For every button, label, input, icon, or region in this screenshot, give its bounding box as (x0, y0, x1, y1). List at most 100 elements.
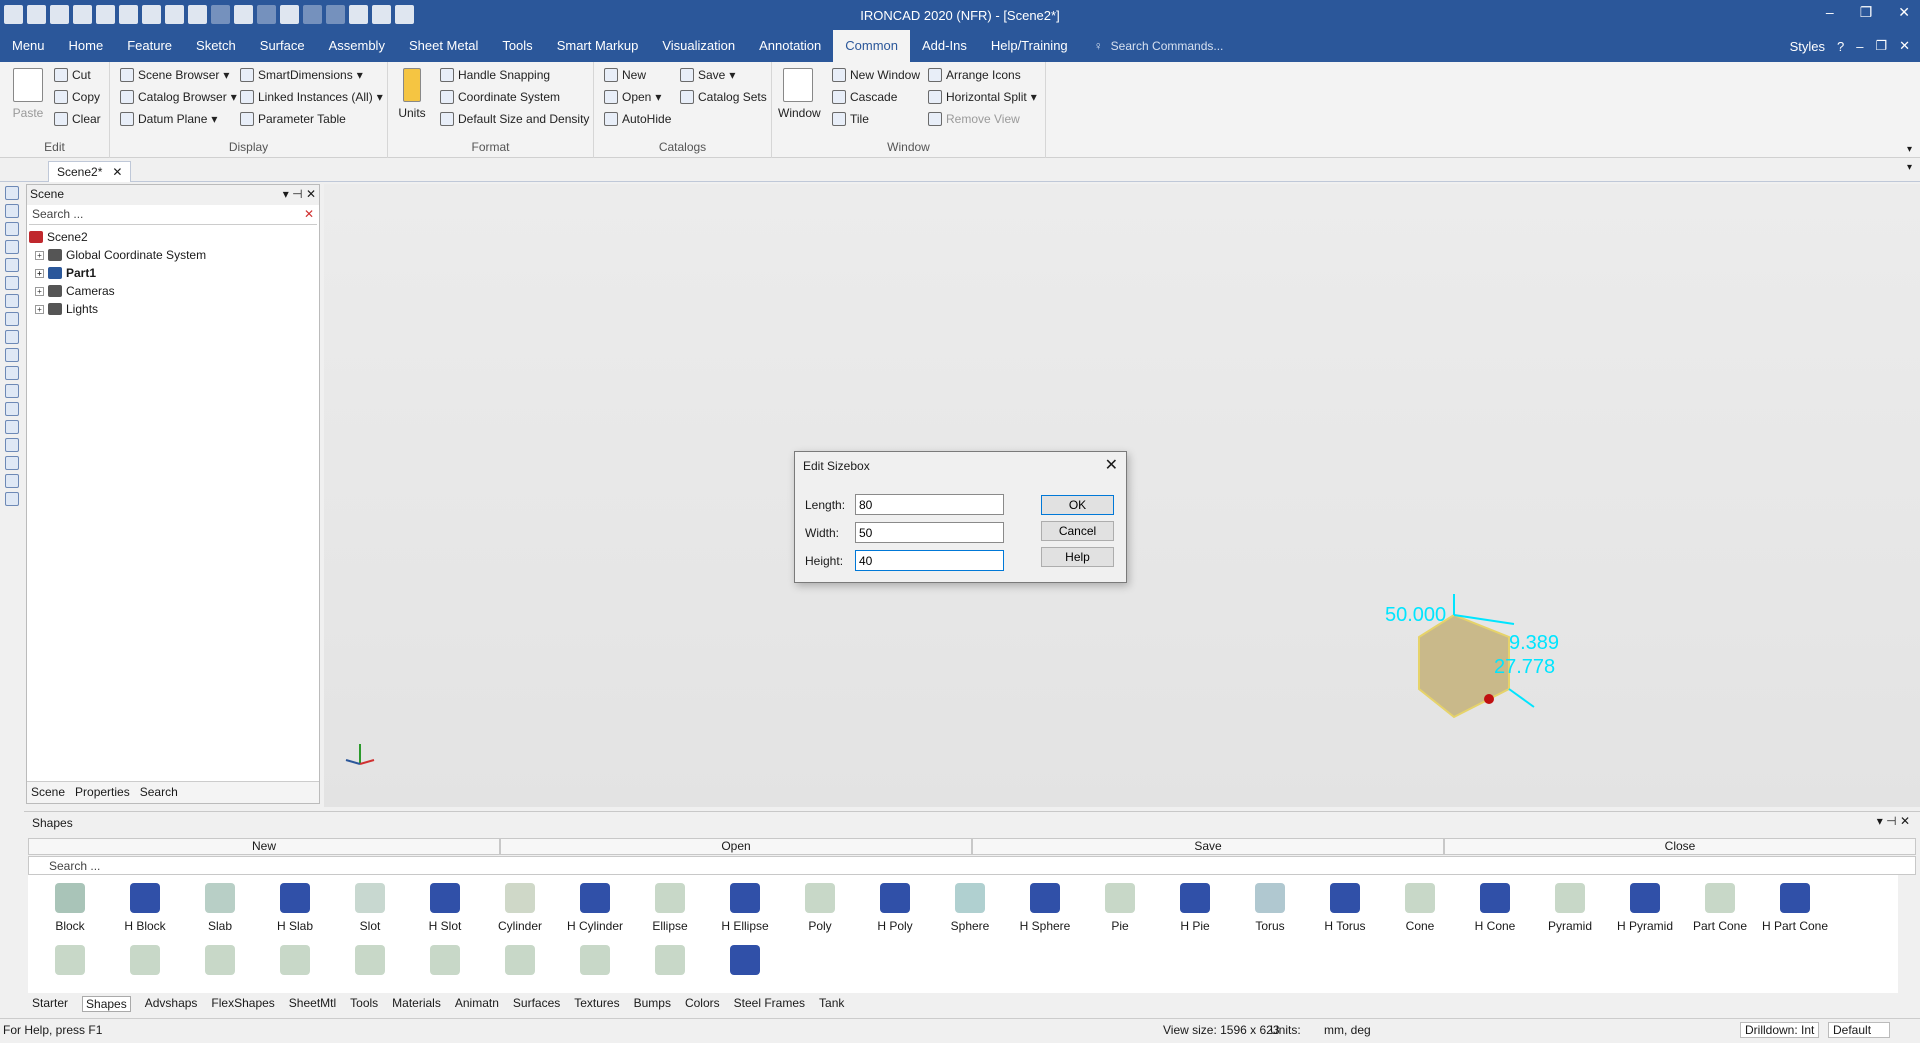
tool-icon[interactable] (5, 186, 19, 200)
close-doc-icon[interactable]: ✕ (1899, 38, 1910, 54)
category-tab[interactable]: Tank (819, 996, 844, 1012)
tab-assembly[interactable]: Assembly (317, 30, 397, 62)
handle-snapping-button[interactable]: Handle Snapping (440, 68, 550, 82)
category-tab[interactable]: SheetMtl (289, 996, 336, 1012)
tab-add-ins[interactable]: Add-Ins (910, 30, 979, 62)
tile-button[interactable]: Tile (832, 112, 869, 126)
tab-annotation[interactable]: Annotation (747, 30, 833, 62)
doc-tab-scene2[interactable]: Scene2* ✕ (48, 161, 132, 182)
default-size-button[interactable]: Default Size and Density (440, 112, 589, 126)
category-tab[interactable]: Textures (574, 996, 619, 1012)
panel-controls[interactable]: ▾ ⊣ ✕ (283, 187, 316, 203)
tab-visualization[interactable]: Visualization (650, 30, 747, 62)
tool-icon[interactable] (5, 438, 19, 452)
shape-item[interactable]: H Poly (857, 883, 933, 933)
tab-menu[interactable]: Menu (0, 30, 57, 62)
width-field[interactable] (855, 522, 1004, 543)
category-tab[interactable]: Tools (350, 996, 378, 1012)
units-button[interactable]: Units (396, 68, 428, 120)
parameter-table-button[interactable]: Parameter Table (240, 112, 346, 126)
tool-icon[interactable] (5, 222, 19, 236)
drilldown-select[interactable]: Drilldown: Int (1740, 1022, 1820, 1038)
clear-button[interactable]: Clear (54, 112, 101, 126)
dimension-height[interactable]: 27.778 (1494, 656, 1555, 678)
shape-item[interactable] (257, 945, 333, 981)
catalog-close-command[interactable]: Close (1444, 838, 1916, 855)
help-button[interactable]: Help (1041, 547, 1114, 567)
tool-icon[interactable] (5, 294, 19, 308)
tab-search[interactable]: Search (140, 785, 178, 800)
expand-icon[interactable]: + (35, 304, 44, 314)
tab-smart-markup[interactable]: Smart Markup (545, 30, 651, 62)
tab-scene[interactable]: Scene (31, 785, 65, 800)
catalog-open-button[interactable]: Open ▾ (604, 90, 661, 104)
tab-tools[interactable]: Tools (490, 30, 544, 62)
dimension-length[interactable]: 50.000 (1385, 604, 1446, 626)
shape-item[interactable]: Slot (332, 883, 408, 933)
arrange-icons-button[interactable]: Arrange Icons (928, 68, 1021, 82)
shape-item[interactable]: Cone (1382, 883, 1458, 933)
shape-item[interactable]: H Ellipse (707, 883, 783, 933)
catalog-sets-button[interactable]: Catalog Sets (680, 90, 767, 104)
tabs-dropdown-icon[interactable]: ▾ (1907, 162, 1912, 173)
shape-item[interactable]: H Part Cone (1757, 883, 1833, 933)
shape-item[interactable]: H Pie (1157, 883, 1233, 933)
tool-icon[interactable] (5, 348, 19, 362)
tab-common[interactable]: Common (833, 30, 911, 62)
dialog-close-icon[interactable]: ✕ (1105, 455, 1118, 475)
shape-item[interactable] (407, 945, 483, 981)
category-tab[interactable]: Bumps (634, 996, 671, 1012)
tab-properties[interactable]: Properties (75, 785, 130, 800)
shape-item[interactable]: Pie (1082, 883, 1158, 933)
height-field[interactable] (855, 550, 1004, 571)
shape-item[interactable] (632, 945, 708, 981)
linked-instances-button[interactable]: Linked Instances (All) ▾ (240, 90, 383, 104)
shape-item[interactable]: Poly (782, 883, 858, 933)
minimize-icon[interactable]: – (1826, 4, 1834, 21)
close-tab-icon[interactable]: ✕ (112, 165, 122, 179)
shape-item[interactable]: H Cylinder (557, 883, 633, 933)
category-tab[interactable]: Starter (32, 996, 68, 1012)
shapes-panel-controls[interactable]: ▾ ⊣ ✕ (1877, 814, 1910, 828)
new-window-button[interactable]: New Window (832, 68, 920, 82)
tree-node-scene2[interactable]: Scene2 (29, 228, 317, 246)
remove-view-button[interactable]: Remove View (928, 112, 1020, 126)
shape-item[interactable]: H Sphere (1007, 883, 1083, 933)
shape-item[interactable]: H Torus (1307, 883, 1383, 933)
restore-icon[interactable]: ❐ (1860, 4, 1873, 21)
shape-item[interactable]: Part Cone (1682, 883, 1758, 933)
expand-icon[interactable]: + (35, 268, 44, 278)
tool-icon[interactable] (5, 456, 19, 470)
tab-sketch[interactable]: Sketch (184, 30, 248, 62)
shape-item[interactable]: H Block (107, 883, 183, 933)
sizebox-model[interactable]: 50.000 9.389 27.778 (1359, 589, 1569, 739)
category-tab[interactable]: Colors (685, 996, 720, 1012)
tool-icon[interactable] (5, 366, 19, 380)
shape-item[interactable]: H Cone (1457, 883, 1533, 933)
tool-icon[interactable] (5, 402, 19, 416)
shape-item[interactable] (182, 945, 258, 981)
window-button[interactable]: Window (778, 68, 821, 120)
tool-icon[interactable] (5, 474, 19, 488)
expand-icon[interactable]: + (35, 286, 44, 296)
tab-sheet-metal[interactable]: Sheet Metal (397, 30, 490, 62)
cancel-button[interactable]: Cancel (1041, 521, 1114, 541)
category-tab[interactable]: Materials (392, 996, 441, 1012)
tab-help-training[interactable]: Help/Training (979, 30, 1080, 62)
tool-icon[interactable] (5, 204, 19, 218)
catalog-open-command[interactable]: Open (500, 838, 972, 855)
shape-item[interactable]: Block (32, 883, 108, 933)
category-tab[interactable]: Steel Frames (734, 996, 805, 1012)
category-tab[interactable]: FlexShapes (211, 996, 274, 1012)
shape-item[interactable] (482, 945, 558, 981)
ok-button[interactable]: OK (1041, 495, 1114, 515)
cut-button[interactable]: Cut (54, 68, 91, 82)
catalog-new-command[interactable]: New (28, 838, 500, 855)
shape-item[interactable]: H Slot (407, 883, 483, 933)
shape-item[interactable] (332, 945, 408, 981)
scene-search-input[interactable]: Search ... ✕ (29, 205, 317, 225)
category-tab[interactable]: Advshaps (145, 996, 198, 1012)
tool-icon[interactable] (5, 312, 19, 326)
horizontal-split-button[interactable]: Horizontal Split ▾ (928, 90, 1037, 104)
tab-feature[interactable]: Feature (115, 30, 184, 62)
